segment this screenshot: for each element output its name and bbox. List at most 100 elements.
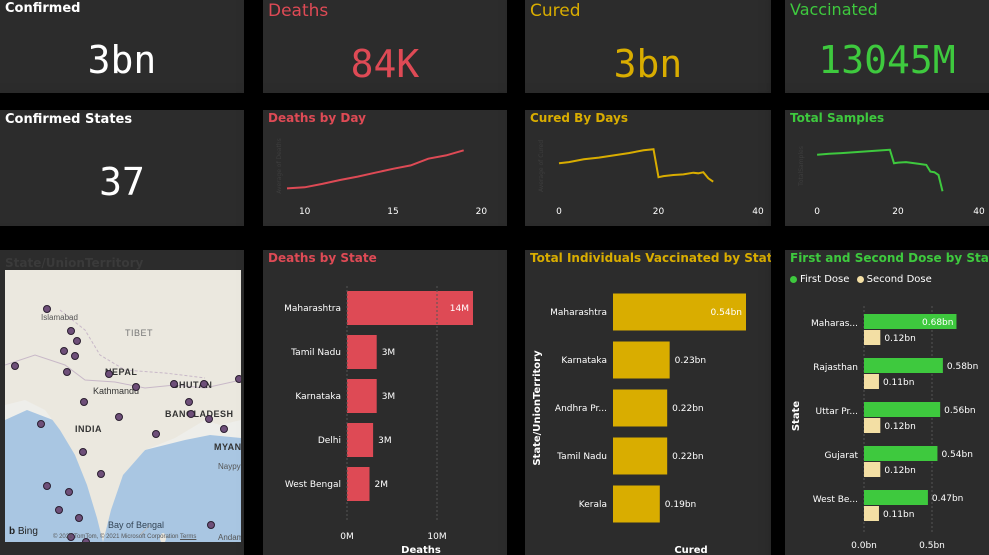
bar (613, 341, 670, 379)
map-marker[interactable] (115, 413, 123, 421)
line-series (817, 148, 944, 192)
map-marker[interactable] (43, 482, 51, 490)
x-axis-label: Deaths (401, 545, 441, 555)
vaccinated-by-state-card[interactable]: Total Individuals Vaccinated by State Ma… (525, 250, 771, 555)
map-marker[interactable] (63, 368, 71, 376)
map-marker[interactable] (65, 488, 73, 496)
dose-by-state-card[interactable]: First and Second Dose by State First Dos… (785, 250, 989, 555)
confirmed-label: Confirmed (5, 1, 81, 16)
confirmed-card[interactable]: Confirmed 3bn (0, 0, 244, 93)
x-tick-label: 20 (476, 207, 488, 217)
bing-logo: b Bing (9, 526, 38, 537)
data-label-second-dose: 0.11bn (883, 510, 914, 520)
category-label: Maharashtra (284, 304, 341, 314)
x-tick-label: 40 (752, 207, 764, 217)
x-tick-label: 0.0bn (851, 541, 877, 551)
map-marker[interactable] (220, 425, 228, 433)
cured-by-days-card[interactable]: Cured By Days 0 20 40 Average of Cured (525, 110, 771, 226)
data-label-second-dose: 0.12bn (884, 334, 915, 344)
bar (347, 423, 374, 457)
deaths-by-day-card[interactable]: Deaths by Day 10 15 20 Average of Deaths (263, 110, 507, 226)
data-label-first-dose: 0.47bn (932, 494, 963, 504)
category-label: Rajasthan (813, 363, 858, 373)
map-marker[interactable] (11, 362, 19, 370)
data-label: 0.22bn (672, 404, 703, 414)
data-label: 2M (375, 480, 389, 490)
bing-icon: b (9, 526, 16, 537)
x-tick-label: 15 (387, 207, 398, 217)
data-label: 0.23bn (675, 356, 706, 366)
map-terms-link[interactable]: Terms (180, 534, 196, 540)
category-label: Kerala (579, 500, 607, 510)
map-marker[interactable] (185, 398, 193, 406)
map-marker[interactable] (75, 514, 83, 522)
category-label: Uttar Pr... (816, 407, 858, 417)
y-axis-label: TotalSamples (798, 146, 805, 187)
deaths-by-day-chart[interactable]: 10 15 20 Average of Deaths (263, 110, 507, 226)
x-tick-label: 0M (340, 532, 354, 542)
y-axis-label: Average of Deaths (276, 138, 283, 194)
map-marker[interactable] (105, 370, 113, 378)
map-marker[interactable] (152, 430, 160, 438)
category-label: Maharas... (811, 319, 858, 329)
map-marker[interactable] (235, 375, 241, 383)
line-series (286, 149, 464, 190)
map-card[interactable]: State/UnionTerritory Islamabad TIBET NEP… (0, 250, 244, 555)
confirmed-states-label: Confirmed States (5, 112, 133, 127)
cured-by-days-chart[interactable]: 0 20 40 Average of Cured (525, 110, 771, 226)
map-marker[interactable] (200, 380, 208, 388)
category-label: Andhra Pr... (555, 404, 607, 414)
confirmed-states-card[interactable]: Confirmed States 37 (0, 110, 244, 226)
map-marker[interactable] (207, 521, 215, 529)
data-label-second-dose: 0.12bn (884, 422, 915, 432)
bing-label: Bing (17, 526, 38, 537)
vaccinated-by-state-chart[interactable]: Maharashtra 0.54bn Karnataka 0.23bn Andhra P… (525, 250, 771, 555)
map-marker[interactable] (67, 327, 75, 335)
map-marker[interactable] (73, 337, 81, 345)
data-label: 0.19bn (665, 500, 696, 510)
data-label-second-dose: 0.11bn (883, 378, 914, 388)
vaccinated-card[interactable]: Vaccinated 13045M (785, 0, 989, 93)
map-marker[interactable] (43, 305, 51, 313)
x-tick-label: 0.5bn (919, 541, 945, 551)
data-label-first-dose: 0.68bn (922, 318, 953, 328)
map-marker[interactable] (97, 470, 105, 478)
map-marker[interactable] (71, 352, 79, 360)
bar-first-dose (864, 490, 928, 505)
deaths-card[interactable]: Deaths 84K (263, 0, 507, 93)
map-title: State/UnionTerritory (5, 256, 144, 270)
map-marker[interactable] (205, 415, 213, 423)
total-samples-chart[interactable]: 0 20 40 TotalSamples (785, 110, 989, 226)
total-samples-card[interactable]: Total Samples 0 20 40 TotalSamples (785, 110, 989, 226)
map-geography (5, 270, 241, 542)
map-label-andaman: Andam (218, 533, 241, 542)
deaths-by-state-card[interactable]: Deaths by State Maharashtra 14M Tamil Nadu… (263, 250, 507, 555)
map-marker[interactable] (60, 347, 68, 355)
map-label-india: INDIA (75, 424, 102, 434)
y-axis-label: State (791, 401, 802, 432)
map-marker[interactable] (187, 410, 195, 418)
confirmed-value: 3bn (87, 38, 157, 82)
map-label-myanmar: MYAN (214, 442, 241, 452)
category-label: Delhi (318, 436, 341, 446)
map-marker[interactable] (80, 398, 88, 406)
bar (347, 335, 377, 369)
map-label-bay-of-bengal: Bay of Bengal (108, 520, 165, 530)
deaths-label: Deaths (268, 1, 329, 21)
dose-by-state-chart[interactable]: 0.0bn 0.5bn Maharas... 0.68bn 0.12bn Rajastha… (785, 250, 989, 555)
map-copyright-text: © 2021 TomTom, © 2021 Microsoft Corporat… (53, 534, 179, 540)
map-marker[interactable] (55, 506, 63, 514)
x-tick-label: 10 (299, 207, 311, 217)
map-marker[interactable] (170, 380, 178, 388)
map-view[interactable]: Islamabad TIBET NEPAL Kathmandu BHUTAN I… (5, 270, 241, 542)
deaths-by-state-chart[interactable]: Maharashtra 14M Tamil Nadu 3M Karnataka 3M Del… (263, 250, 507, 555)
deaths-value: 84K (350, 42, 420, 86)
x-tick-label: 0 (556, 207, 562, 217)
cured-card[interactable]: Cured 3bn (525, 0, 771, 93)
map-marker[interactable] (132, 383, 140, 391)
map-marker[interactable] (79, 448, 87, 456)
map-label-naypyi: Naypy (218, 462, 241, 471)
x-tick-label: 40 (973, 207, 985, 217)
bar (613, 437, 668, 475)
map-marker[interactable] (37, 420, 45, 428)
